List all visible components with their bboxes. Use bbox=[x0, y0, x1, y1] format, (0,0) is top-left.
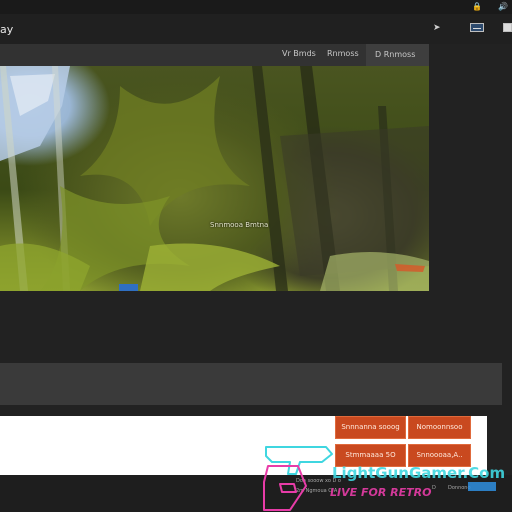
video-toolbar: Vr Bmds Rnmoss D Rnmoss bbox=[0, 44, 429, 66]
action-button-2[interactable]: Nomoonnsoo bbox=[408, 416, 471, 439]
action-button-3[interactable]: Stmmaaaa 5O bbox=[335, 444, 406, 467]
jungle-scene-image bbox=[0, 66, 429, 291]
sound-icon[interactable]: 🔊 bbox=[498, 2, 508, 12]
pin-icon[interactable]: ➤ bbox=[433, 24, 441, 33]
lock-icon[interactable]: 🔒 bbox=[472, 2, 482, 12]
content-panel: Snnnanna sooog Nomoonnsoo Stmmaaaa 5O Sn… bbox=[0, 416, 487, 475]
footer: Doa sooow xo D o 2m Ngmoua O A D Donnono bbox=[0, 475, 512, 512]
footer-text-3: D bbox=[432, 485, 436, 491]
tab-rnmoss[interactable]: Rnmoss bbox=[327, 49, 359, 58]
action-button-4[interactable]: Snnoooaa,A.. bbox=[408, 444, 471, 467]
footer-text-2: 2m Ngmoua O A bbox=[296, 488, 338, 494]
tab-vr-bmds[interactable]: Vr Bmds bbox=[282, 49, 316, 58]
video-caption: Snnmooa Bmtna bbox=[210, 221, 269, 229]
footer-text-1: Doa sooow xo D o bbox=[296, 478, 341, 484]
tab-d-rnmoss[interactable]: D Rnmoss bbox=[366, 44, 429, 66]
footer-link[interactable]: Donnono bbox=[448, 485, 471, 491]
video-player[interactable]: Snnmooa Bmtna bbox=[0, 66, 429, 291]
system-bar: 🔒 🔊 bbox=[0, 0, 512, 14]
info-panel bbox=[0, 363, 502, 405]
app-window: 🔒 🔊 ay ➤ Vr Bmds Rnmoss D Rnmoss Snnmooa… bbox=[0, 0, 512, 512]
video-progress-marker[interactable] bbox=[119, 284, 138, 291]
action-button-1[interactable]: Snnnanna sooog bbox=[335, 416, 406, 439]
window-icon[interactable] bbox=[503, 23, 512, 32]
page-title: ay bbox=[0, 23, 14, 36]
keyboard-icon[interactable] bbox=[470, 23, 484, 32]
app-header: ay ➤ bbox=[0, 14, 512, 44]
